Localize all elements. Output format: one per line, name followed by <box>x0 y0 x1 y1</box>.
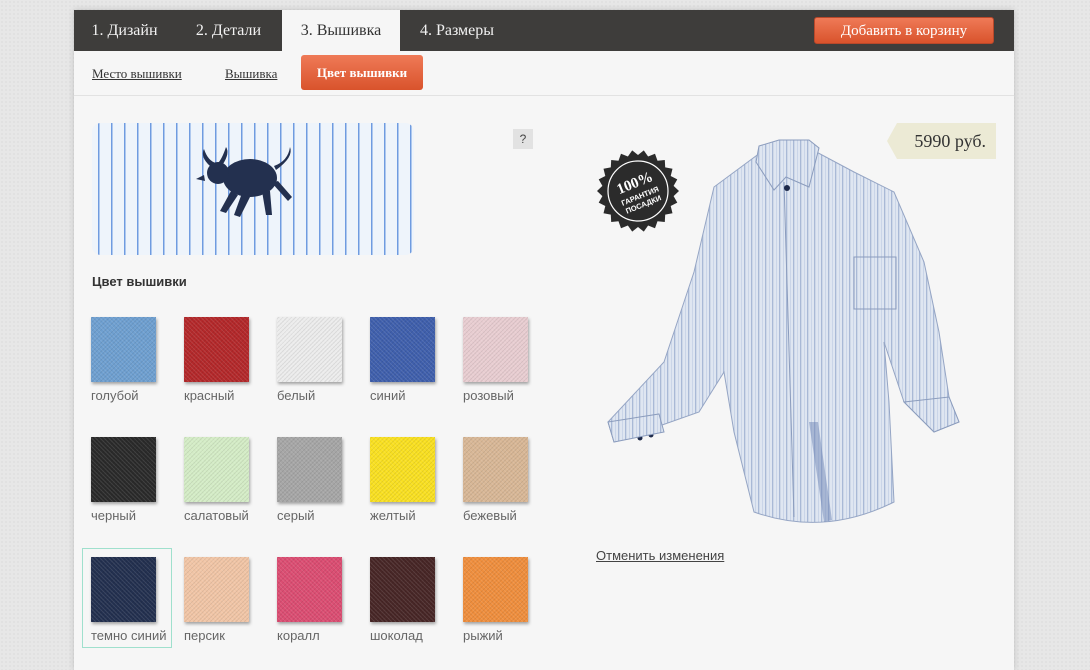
color-swatch[interactable] <box>184 557 249 622</box>
color-swatch-option[interactable]: рыжий <box>463 557 551 653</box>
color-swatch-label: желтый <box>370 508 416 523</box>
color-swatch-option[interactable]: черный <box>91 437 179 533</box>
color-swatch-label: розовый <box>463 388 514 403</box>
color-swatch-option[interactable]: темно синий <box>82 548 172 648</box>
embroidery-preview <box>92 123 414 255</box>
cancel-changes-link[interactable]: Отменить изменения <box>596 548 724 563</box>
color-swatch[interactable] <box>370 557 435 622</box>
color-swatch[interactable] <box>370 317 435 382</box>
color-swatch-option[interactable]: персик <box>184 557 272 653</box>
color-swatch-label: рыжий <box>463 628 503 643</box>
color-swatch[interactable] <box>463 557 528 622</box>
color-swatch[interactable] <box>277 317 342 382</box>
color-swatch-label: темно синий <box>91 628 167 643</box>
color-swatch[interactable] <box>463 437 528 502</box>
color-swatch[interactable] <box>463 317 528 382</box>
color-swatch-option[interactable]: голубой <box>91 317 179 413</box>
shirt-preview <box>607 139 960 523</box>
tab-sizes[interactable]: 4. Размеры <box>400 10 514 51</box>
color-swatch-option[interactable]: шоколад <box>370 557 458 653</box>
color-swatch-option[interactable]: серый <box>277 437 365 533</box>
tab-design[interactable]: 1. Дизайн <box>74 10 175 51</box>
color-swatch-option[interactable]: розовый <box>463 317 551 413</box>
color-swatch-option[interactable]: синий <box>370 317 458 413</box>
color-swatch-option[interactable]: коралл <box>277 557 365 653</box>
color-swatch[interactable] <box>91 317 156 382</box>
color-swatch-label: коралл <box>277 628 320 643</box>
color-swatch-option[interactable]: красный <box>184 317 272 413</box>
color-swatch[interactable] <box>277 557 342 622</box>
help-button[interactable]: ? <box>513 129 533 149</box>
color-swatch-label: голубой <box>91 388 139 403</box>
color-swatch-label: красный <box>184 388 235 403</box>
color-swatch[interactable] <box>277 437 342 502</box>
tab-embroidery[interactable]: 3. Вышивка <box>282 10 400 51</box>
color-swatch-option[interactable]: бежевый <box>463 437 551 533</box>
color-swatch-label: синий <box>370 388 406 403</box>
color-swatch-option[interactable]: желтый <box>370 437 458 533</box>
color-swatch[interactable] <box>184 317 249 382</box>
color-swatch-label: шоколад <box>370 628 423 643</box>
color-swatch[interactable] <box>184 437 249 502</box>
step-tabs-bar: 1. Дизайн 2. Детали 3. Вышивка 4. Размер… <box>74 10 1014 51</box>
subnav-place-link[interactable]: Место вышивки <box>92 66 182 82</box>
add-to-cart-button[interactable]: Добавить в корзину <box>814 17 994 44</box>
color-swatch-label: серый <box>277 508 315 523</box>
color-swatch[interactable] <box>91 437 156 502</box>
color-swatch-label: бежевый <box>463 508 517 523</box>
color-swatch[interactable] <box>370 437 435 502</box>
color-swatch-label: черный <box>91 508 137 523</box>
color-swatch[interactable] <box>91 557 156 622</box>
subnav-color-button[interactable]: Цвет вышивки <box>301 55 423 90</box>
bull-motif-icon <box>196 147 292 217</box>
tab-details[interactable]: 2. Детали <box>175 10 282 51</box>
color-swatch-label: салатовый <box>184 508 249 523</box>
subnav-embroidery-link[interactable]: Вышивка <box>225 66 277 82</box>
price-tag: 5990 руб. <box>887 123 996 159</box>
color-swatch-option[interactable]: салатовый <box>184 437 272 533</box>
embroidery-subnav: Место вышивки Вышивка Цвет вышивки <box>74 51 1014 96</box>
color-swatch-option[interactable]: белый <box>277 317 365 413</box>
configurator-panel: 1. Дизайн 2. Детали 3. Вышивка 4. Размер… <box>74 10 1014 670</box>
section-title: Цвет вышивки <box>92 274 187 289</box>
color-swatch-label: персик <box>184 628 225 643</box>
color-swatch-label: белый <box>277 388 316 403</box>
